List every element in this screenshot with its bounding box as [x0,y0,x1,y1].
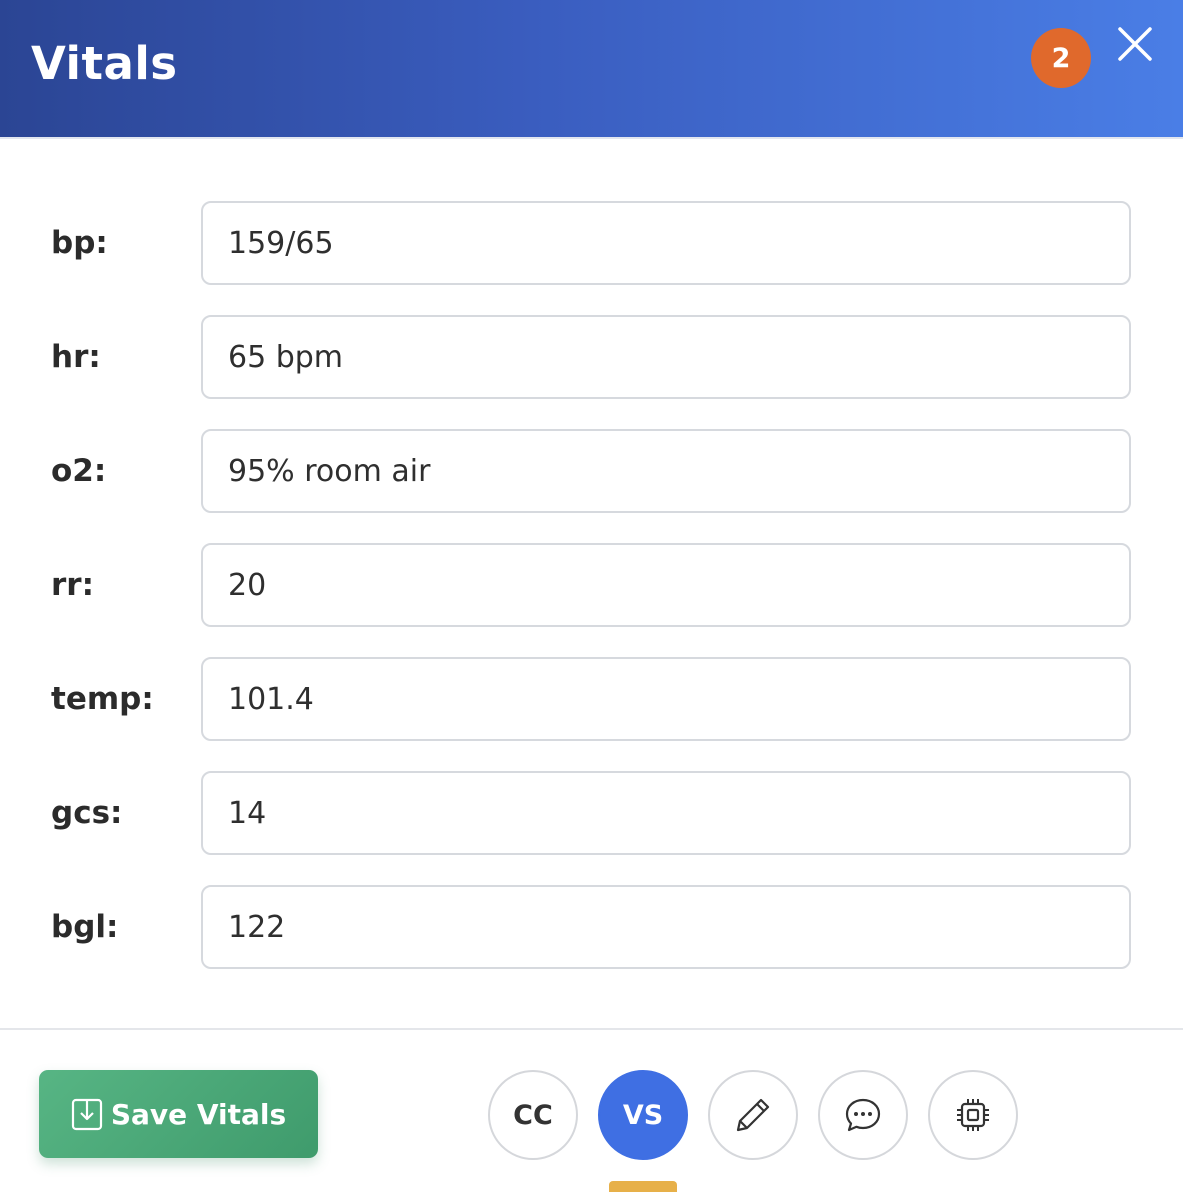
close-icon [1118,27,1152,61]
vital-label: gcs: [51,795,123,831]
notification-badge[interactable]: 2 [1031,28,1091,88]
bp-field[interactable] [201,201,1131,285]
active-tab-indicator [609,1181,677,1192]
vital-row-gcs: gcs: [0,771,1183,855]
vital-label: bp: [51,225,108,261]
close-button[interactable] [1117,26,1153,62]
vital-row-o2: o2: [0,429,1183,513]
bgl-field[interactable] [201,885,1131,969]
save-vitals-button[interactable]: Save Vitals [39,1070,318,1158]
save-button-label: Save Vitals [110,1097,287,1131]
vital-row-bgl: bgl: [0,885,1183,969]
vital-row-rr: rr: [0,543,1183,627]
nav-cc-label: CC [513,1099,553,1131]
pencil-icon [736,1098,770,1132]
vital-row-temp: temp: [0,657,1183,741]
vital-row-bp: bp: [0,201,1183,285]
vital-label: hr: [51,339,101,375]
nav-cc-button[interactable]: CC [488,1070,578,1160]
nav-vs-label: VS [622,1099,664,1131]
rr-field[interactable] [201,543,1131,627]
gcs-field[interactable] [201,771,1131,855]
nav-chat-button[interactable] [818,1070,908,1160]
vital-label: rr: [51,567,94,603]
chip-icon [957,1099,989,1131]
vital-row-hr: hr: [0,315,1183,399]
chat-bubble-icon [845,1098,881,1132]
download-icon [71,1098,102,1131]
nav-ai-button[interactable] [928,1070,1018,1160]
vital-label: bgl: [51,909,119,945]
nav-notes-button[interactable] [708,1070,798,1160]
modal-header: Vitals 2 [0,0,1183,139]
page-title: Vitals [31,37,178,90]
hr-field[interactable] [201,315,1131,399]
temp-field[interactable] [201,657,1131,741]
nav-vs-button[interactable]: VS [598,1070,688,1160]
footer-divider [0,1028,1183,1030]
o2-field[interactable] [201,429,1131,513]
vital-label: o2: [51,453,107,489]
vital-label: temp: [51,681,154,717]
